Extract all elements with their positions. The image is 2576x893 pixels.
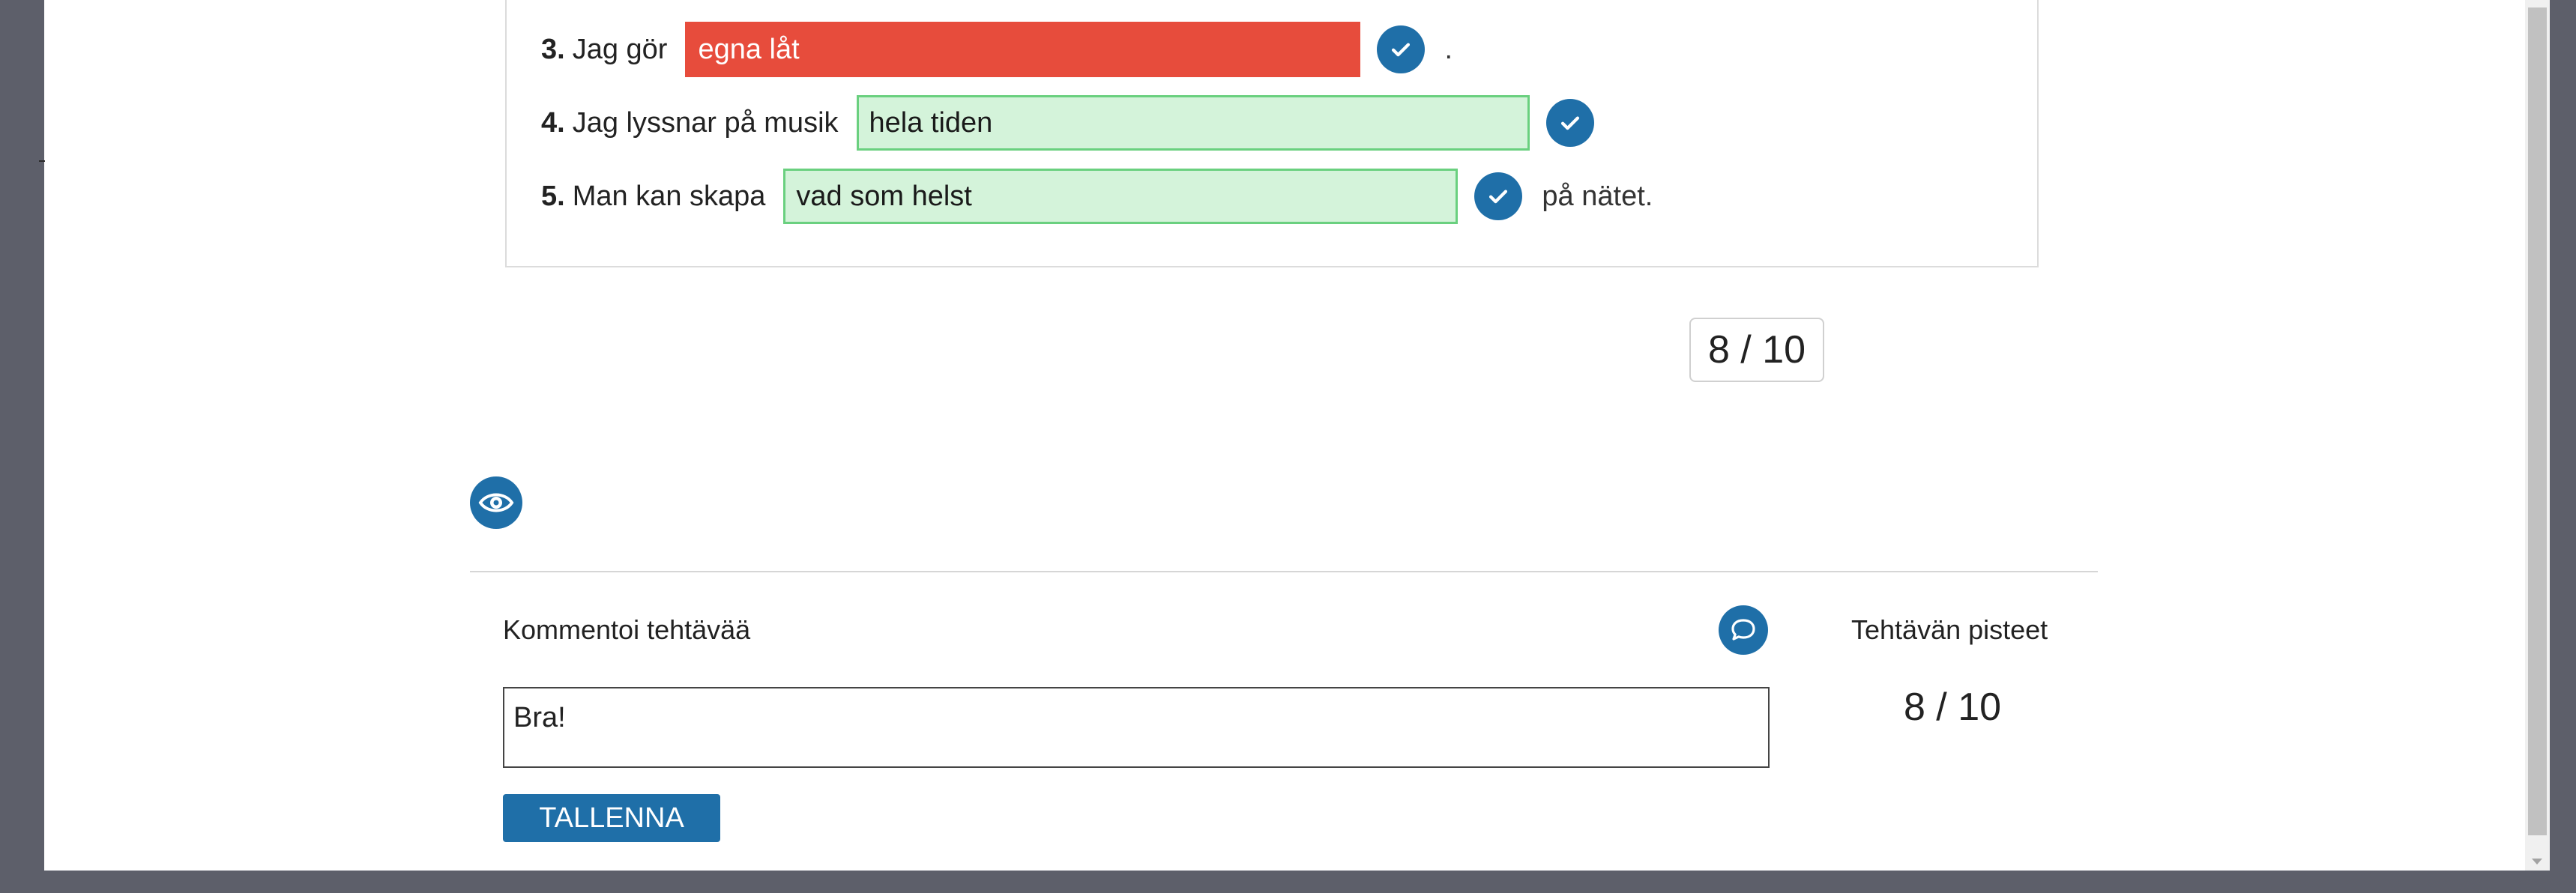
edge-mark <box>39 160 45 162</box>
speech-bubble-icon[interactable] <box>1719 605 1768 655</box>
save-button[interactable]: TALLENNA <box>503 794 720 842</box>
section-divider <box>470 571 2098 572</box>
answer-field-correct[interactable]: vad som helst <box>783 169 1459 224</box>
row-trailing-text: på nätet. <box>1542 180 1653 212</box>
exercise-score-badge: 8 / 10 <box>1689 318 1824 382</box>
scrollbar-thumb[interactable] <box>2528 7 2547 835</box>
eye-icon[interactable] <box>470 476 522 529</box>
check-icon <box>1474 172 1523 220</box>
check-icon <box>1545 99 1594 147</box>
points-label: Tehtävän pisteet <box>1851 614 2048 645</box>
row-prompt: Jag lyssnar på musik <box>572 106 839 139</box>
comment-input[interactable]: Bra! <box>503 687 1770 768</box>
row-trailing-text: . <box>1444 33 1453 65</box>
exercise-row-3: 3. Jag gör egna låt . <box>541 22 1453 77</box>
row-prompt: Jag gör <box>572 33 668 65</box>
row-number: 3. <box>541 33 565 65</box>
row-prompt: Man kan skapa <box>572 180 766 212</box>
vertical-scrollbar[interactable] <box>2525 0 2550 871</box>
answer-field-correct[interactable]: hela tiden <box>856 95 1530 151</box>
exercise-row-4: 4. Jag lyssnar på musik hela tiden <box>541 95 1614 151</box>
points-value: 8 / 10 <box>1903 685 2002 729</box>
row-number: 5. <box>541 180 565 212</box>
exercise-row-5: 5. Man kan skapa vad som helst på nätet. <box>541 169 1653 224</box>
answer-field-wrong[interactable]: egna låt <box>685 22 1361 77</box>
comment-label: Kommentoi tehtävää <box>503 614 751 645</box>
row-number: 4. <box>541 106 565 139</box>
check-icon <box>1377 25 1426 73</box>
scroll-down-arrow-icon[interactable] <box>2532 859 2542 865</box>
